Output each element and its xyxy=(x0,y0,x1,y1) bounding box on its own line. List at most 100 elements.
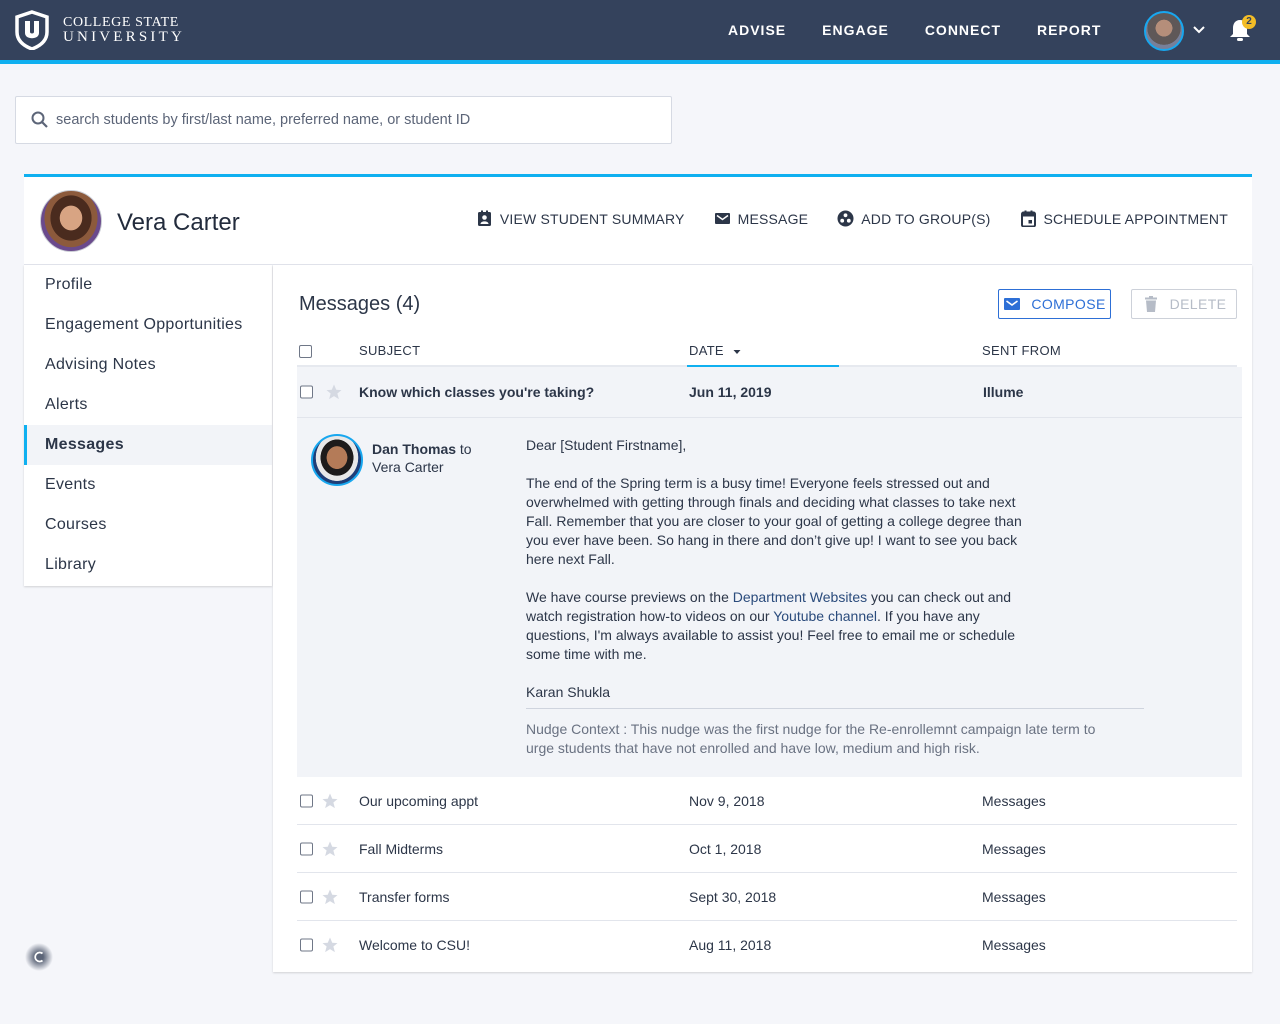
sidebar-item-events[interactable]: Events xyxy=(24,465,272,505)
star-icon[interactable] xyxy=(325,383,343,401)
message-sent-from: Messages xyxy=(982,840,1046,857)
sidebar-item-library[interactable]: Library xyxy=(24,545,272,585)
column-subject[interactable]: SUBJECT xyxy=(359,343,420,358)
message-button[interactable]: MESSAGE xyxy=(714,210,809,227)
delete-label: DELETE xyxy=(1169,296,1227,312)
message-date: Oct 1, 2018 xyxy=(689,840,762,857)
message-greeting: Dear [Student Firstname], xyxy=(526,437,687,453)
sidebar-item-alerts[interactable]: Alerts xyxy=(24,385,272,425)
row-checkbox[interactable] xyxy=(300,794,313,807)
message-row[interactable]: Transfer forms Sept 30, 2018 Messages xyxy=(297,873,1237,921)
nav-advise[interactable]: ADVISE xyxy=(728,22,786,38)
logo-line1: COLLEGE STATE xyxy=(63,15,179,30)
schedule-appointment-button[interactable]: SCHEDULE APPOINTMENT xyxy=(1020,210,1228,227)
row-checkbox[interactable] xyxy=(300,890,313,903)
student-name: Vera Carter xyxy=(117,209,240,236)
user-avatar[interactable] xyxy=(1144,11,1184,51)
row-checkbox[interactable] xyxy=(300,842,313,855)
column-date-label: DATE xyxy=(689,343,724,358)
message-subject: Our upcoming appt xyxy=(359,792,479,809)
messages-title: Messages (4) xyxy=(299,293,421,315)
star-icon[interactable] xyxy=(321,792,339,810)
message-sent-from: Messages xyxy=(982,888,1046,905)
add-to-groups-button[interactable]: ADD TO GROUP(S) xyxy=(837,210,990,227)
sidebar-item-messages[interactable]: Messages xyxy=(24,425,272,465)
message-body: Dear [Student Firstname], The end of the… xyxy=(526,436,1026,721)
message-subject: Welcome to CSU! xyxy=(359,937,470,953)
top-nav-bar: COLLEGE STATE UNIVERSITY ADVISE ENGAGE C… xyxy=(0,0,1280,64)
messages-table-header: SUBJECT DATE SENT FROM xyxy=(297,337,1237,367)
department-websites-link[interactable]: Department Websites xyxy=(733,589,867,605)
schedule-appointment-label: SCHEDULE APPOINTMENT xyxy=(1043,210,1228,227)
sender-avatar xyxy=(311,434,363,486)
nav-report[interactable]: REPORT xyxy=(1037,22,1101,38)
message-row[interactable]: Know which classes you're taking? Jun 11… xyxy=(297,367,1242,417)
message-label: MESSAGE xyxy=(737,210,809,227)
search-icon xyxy=(31,111,48,128)
message-row[interactable]: Welcome to CSU! Aug 11, 2018 Messages xyxy=(297,921,1237,969)
logo-line2: UNIVERSITY xyxy=(63,29,185,45)
message-subject: Know which classes you're taking? xyxy=(359,384,595,400)
message-paragraph-1: The end of the Spring term is a busy tim… xyxy=(526,475,1022,567)
select-all-checkbox[interactable] xyxy=(299,345,312,358)
nav-engage[interactable]: ENGAGE xyxy=(822,22,889,38)
student-sidebar: Profile Engagement Opportunities Advisin… xyxy=(24,265,272,586)
sidebar-item-profile[interactable]: Profile xyxy=(24,265,272,305)
youtube-channel-link[interactable]: Youtube channel xyxy=(773,608,877,624)
sender-info: Dan Thomas to Vera Carter xyxy=(372,440,472,476)
chevron-down-icon[interactable] xyxy=(1192,23,1206,37)
message-date: Nov 9, 2018 xyxy=(689,792,765,809)
message-sent-from: Illume xyxy=(983,384,1024,400)
message-signature: Karan Shukla xyxy=(526,684,611,700)
compose-button[interactable]: COMPOSE xyxy=(998,289,1111,319)
group-icon xyxy=(837,210,854,227)
message-subject: Transfer forms xyxy=(359,888,450,905)
row-checkbox[interactable] xyxy=(300,385,313,399)
search-input[interactable] xyxy=(56,112,656,128)
paragraph-text: We have course previews on the xyxy=(526,589,733,605)
compose-label: COMPOSE xyxy=(1031,296,1106,312)
messages-panel: Messages (4) COMPOSE DELETE SUBJECT DATE… xyxy=(273,265,1252,972)
sort-desc-icon xyxy=(733,349,741,354)
sender-name: Dan Thomas xyxy=(372,441,457,457)
star-icon[interactable] xyxy=(321,936,339,954)
notification-badge: 2 xyxy=(1242,15,1256,29)
column-date[interactable]: DATE xyxy=(689,343,742,358)
envelope-icon xyxy=(1004,298,1021,310)
message-date: Sept 30, 2018 xyxy=(689,888,777,905)
message-sent-from: Messages xyxy=(982,792,1046,809)
message-date: Aug 11, 2018 xyxy=(689,937,772,953)
row-checkbox[interactable] xyxy=(300,938,313,952)
add-to-groups-label: ADD TO GROUP(S) xyxy=(861,210,991,227)
contact-card-icon xyxy=(477,210,491,226)
view-student-summary-label: VIEW STUDENT SUMMARY xyxy=(499,210,685,227)
student-actions: VIEW STUDENT SUMMARY MESSAGE ADD TO GROU… xyxy=(447,210,1228,227)
recipient-name: Vera Carter xyxy=(372,459,444,475)
view-student-summary-button[interactable]: VIEW STUDENT SUMMARY xyxy=(476,210,685,227)
calendar-icon xyxy=(1020,210,1036,227)
student-avatar xyxy=(40,190,102,252)
sidebar-item-advising-notes[interactable]: Advising Notes xyxy=(24,345,272,385)
sidebar-item-engagement-opportunities[interactable]: Engagement Opportunities xyxy=(24,305,272,345)
message-row[interactable]: Our upcoming appt Nov 9, 2018 Messages xyxy=(297,777,1237,825)
envelope-icon xyxy=(714,213,730,224)
nav-connect[interactable]: CONNECT xyxy=(925,22,1001,38)
nudge-context: Nudge Context : This nudge was the first… xyxy=(526,721,1096,756)
star-icon[interactable] xyxy=(321,840,339,858)
civitas-logo-icon[interactable] xyxy=(24,942,54,972)
star-icon[interactable] xyxy=(321,888,339,906)
university-logo[interactable]: COLLEGE STATE UNIVERSITY xyxy=(14,10,185,50)
delete-button[interactable]: DELETE xyxy=(1131,289,1237,319)
student-search xyxy=(15,96,672,144)
message-detail: Dan Thomas to Vera Carter Dear [Student … xyxy=(297,417,1242,777)
trash-icon xyxy=(1144,296,1157,312)
student-header-card: Vera Carter VIEW STUDENT SUMMARY MESSAGE… xyxy=(24,174,1252,265)
message-paragraph-2: We have course previews on the Departmen… xyxy=(526,588,1026,664)
message-subject: Fall Midterms xyxy=(359,840,444,857)
shield-logo-icon xyxy=(15,10,49,50)
column-sent-from[interactable]: SENT FROM xyxy=(982,343,1061,358)
message-date: Jun 11, 2019 xyxy=(689,384,772,400)
sidebar-item-courses[interactable]: Courses xyxy=(24,505,272,545)
message-row[interactable]: Fall Midterms Oct 1, 2018 Messages xyxy=(297,825,1237,873)
message-sent-from: Messages xyxy=(982,937,1046,953)
